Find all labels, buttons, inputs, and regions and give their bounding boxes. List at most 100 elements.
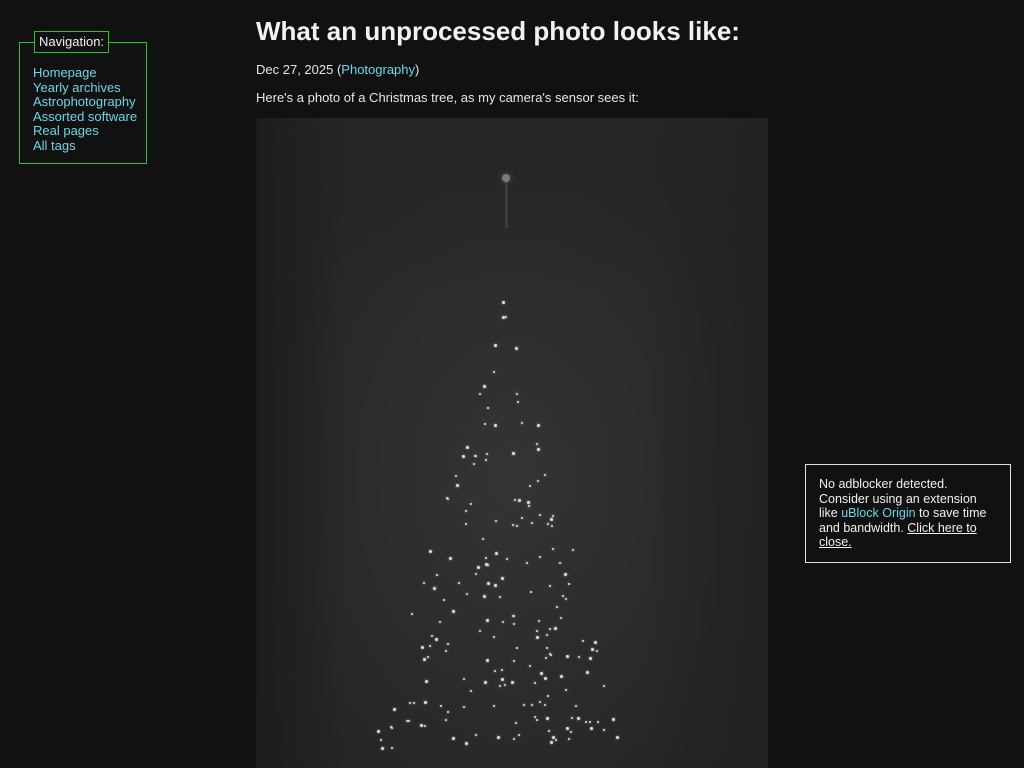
nav-item-assorted-software: Assorted software [33,109,137,125]
tree-light [533,716,536,718]
tree-light [475,734,477,737]
tree-light [486,407,489,409]
tree-light [422,581,425,584]
tree-light [550,524,553,527]
tree-light [538,619,541,622]
tree-light [493,704,496,707]
tree-light [517,499,521,502]
tree-light [515,721,518,724]
tree-light [585,721,588,724]
tree-light [485,459,488,461]
tree-light [451,610,455,614]
tree-light [530,522,533,525]
tree-light [540,672,544,676]
tree-light [485,563,489,567]
tree-light [559,561,562,564]
nav-link-assorted-software[interactable]: Assorted software [33,109,137,124]
tree-light [486,452,489,455]
tree-light [500,678,504,682]
tree-light [487,581,491,585]
nav-link-homepage[interactable]: Homepage [33,65,97,80]
tag-link-photography[interactable]: Photography [341,62,415,77]
tree-light [563,573,567,577]
tree-light [492,370,495,373]
tree-light [588,657,592,661]
tree-light [570,730,573,733]
tree-light [555,605,558,608]
tree-light [376,729,380,733]
nav-link-astrophotography[interactable]: Astrophotography [33,94,136,109]
tree-light [565,688,568,691]
tree-light [465,510,468,513]
tree-light [484,556,487,559]
tree-light [565,597,568,600]
christmas-tree-photo [256,118,768,768]
tree-light [526,562,529,564]
tree-light [431,634,434,637]
tree-light [585,671,589,675]
tree-light [596,721,599,724]
tree-light [474,454,477,457]
nav-item-all-tags: All tags [33,138,137,154]
tree-light [482,537,485,540]
tree-light [381,746,384,750]
tree-light [543,703,546,706]
tree-light [589,720,592,723]
tree-light [603,728,605,731]
tree-light [440,704,443,707]
tree-light [498,595,501,598]
tree-light [589,726,593,730]
tree-light [537,423,540,427]
tree-light [474,572,477,575]
tree-light [565,655,569,658]
tree-topper-stem [505,180,508,228]
tree-light [571,716,574,719]
tree-light [578,655,580,658]
tree-light [478,392,481,395]
nav-link-all-tags[interactable]: All tags [33,138,76,153]
tree-light [392,707,396,711]
tree-light [432,587,436,591]
tree-light [407,719,410,722]
tree-light [595,650,598,653]
tree-light [420,645,424,649]
post-meta: Dec 27, 2025 (Photography) [256,62,776,78]
tree-light [574,705,577,708]
tree-light [496,735,500,739]
tree-light [552,515,554,518]
tree-light [483,681,487,685]
notice-line-1: No adblocker detected. [819,477,948,491]
tree-light [424,701,428,705]
nav-link-real-pages[interactable]: Real pages [33,123,99,138]
tree-light [494,423,498,427]
ublock-origin-link[interactable]: uBlock Origin [841,506,915,520]
tree-light [513,499,516,502]
tree-light [428,644,431,647]
intro-paragraph: Here's a photo of a Christmas tree, as m… [256,90,639,105]
tree-light [533,681,536,684]
tree-light [547,522,550,525]
tree-light [438,620,441,623]
tree-light [452,736,455,740]
tree-light [427,655,430,658]
tree-light [554,739,557,742]
tree-light [536,636,540,640]
tree-light [462,677,465,680]
tree-light [536,629,539,632]
post-date: Dec 27, 2025 [256,62,334,77]
tree-light [501,621,504,624]
nav-link-yearly-archives[interactable]: Yearly archives [33,80,121,95]
tree-light [545,717,549,720]
tree-light [539,513,542,516]
tree-light [548,628,551,631]
tree-light [500,576,504,580]
tree-light [472,462,475,465]
tree-light [517,401,519,403]
tree-light [423,658,427,661]
tree-light [408,701,411,704]
nav-item-real-pages: Real pages [33,123,137,139]
tree-light [483,422,486,425]
tree-light [466,592,469,595]
tree-light [528,485,531,487]
tree-light [518,733,521,736]
